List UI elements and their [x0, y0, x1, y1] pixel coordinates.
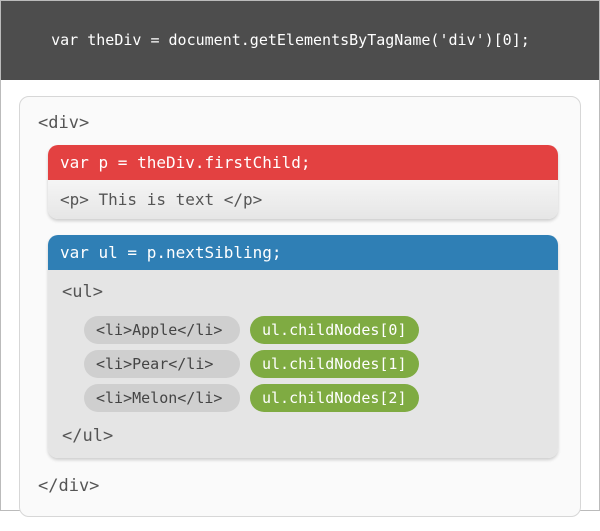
first-child-body: <p> This is text </p>: [48, 180, 558, 219]
li-row: <li>Pear</li> ul.childNodes[1]: [62, 350, 544, 378]
li-note: ul.childNodes[2]: [250, 384, 419, 412]
body-area: <div> var p = theDiv.firstChild; <p> Thi…: [1, 80, 599, 531]
next-sibling-box: var ul = p.nextSibling; <ul> <li>Apple</…: [48, 235, 558, 458]
ul-open-tag: <ul>: [62, 280, 544, 310]
p-element-markup: <p> This is text </p>: [60, 190, 262, 209]
next-sibling-code: var ul = p.nextSibling;: [48, 235, 558, 270]
ul-close-tag: </ul>: [62, 418, 544, 446]
first-child-code: var p = theDiv.firstChild;: [48, 145, 558, 180]
div-close-tag: </div>: [36, 474, 564, 498]
top-code-text: var theDiv = document.getElementsByTagNa…: [51, 31, 530, 49]
li-markup: <li>Melon</li>: [84, 384, 240, 412]
diagram-stage: var theDiv = document.getElementsByTagNa…: [0, 0, 600, 511]
top-code-bar: var theDiv = document.getElementsByTagNa…: [1, 1, 599, 80]
first-child-box: var p = theDiv.firstChild; <p> This is t…: [48, 145, 558, 219]
li-note: ul.childNodes[0]: [250, 316, 419, 344]
li-note: ul.childNodes[1]: [250, 350, 419, 378]
div-open-tag: <div>: [36, 111, 564, 135]
li-row: <li>Apple</li> ul.childNodes[0]: [62, 316, 544, 344]
li-row: <li>Melon</li> ul.childNodes[2]: [62, 384, 544, 412]
ul-body: <ul> <li>Apple</li> ul.childNodes[0] <li…: [48, 270, 558, 458]
li-markup: <li>Pear</li>: [84, 350, 240, 378]
li-markup: <li>Apple</li>: [84, 316, 240, 344]
div-outer-box: <div> var p = theDiv.firstChild; <p> Thi…: [19, 96, 581, 517]
